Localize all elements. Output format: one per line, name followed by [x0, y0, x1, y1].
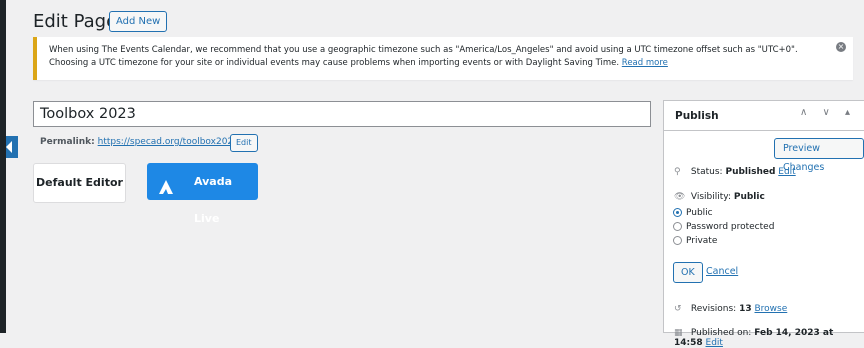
read-more-link[interactable]: Read more: [622, 58, 668, 68]
admin-sidebar: [0, 0, 6, 333]
avada-live-label: Avada Live: [194, 175, 233, 225]
visibility-cancel-link[interactable]: Cancel: [706, 266, 738, 277]
dismiss-icon[interactable]: ×: [836, 42, 846, 52]
page-title: Edit Page: [33, 11, 118, 32]
permalink: Permalink: https://specad.org/toolbox202…: [40, 137, 242, 147]
publish-box-title: Publish: [675, 110, 719, 122]
collapse-menu-toggle[interactable]: [6, 136, 18, 158]
visibility-password-radio[interactable]: Password protected: [673, 222, 774, 232]
notice-line-2: Choosing a UTC timezone for your site or…: [49, 58, 668, 68]
default-editor-button[interactable]: Default Editor: [33, 163, 126, 203]
publish-box: Publish ∧ ∨ ▴ Preview Changes ⚲ Status: …: [663, 100, 864, 348]
history-icon: ↺: [674, 304, 682, 314]
add-new-button[interactable]: Add New: [109, 11, 168, 32]
avada-logo-icon: [158, 173, 174, 210]
box-order-arrows-icon[interactable]: ∧ ∨ ▴: [800, 107, 856, 118]
page-title-input[interactable]: Toolbox 2023: [33, 101, 651, 127]
publish-box-header: Publish ∧ ∨ ▴: [664, 101, 864, 131]
published-edit-link[interactable]: Edit: [706, 338, 723, 348]
published-on-row: ▦ Published on: Feb 14, 2023 at 14:58 Ed…: [674, 328, 834, 348]
permalink-url-link[interactable]: https://specad.org/toolbox2023/: [98, 137, 242, 147]
permalink-edit-button[interactable]: Edit: [230, 134, 258, 152]
visibility-private-radio[interactable]: Private: [673, 236, 717, 246]
visibility-row: 👁 Visibility: Public: [674, 192, 765, 202]
eye-icon: 👁: [674, 192, 686, 202]
pin-icon: ⚲: [674, 167, 681, 177]
timezone-notice: When using The Events Calendar, we recom…: [33, 37, 853, 80]
preview-changes-button[interactable]: Preview Changes: [774, 138, 864, 173]
status-row: ⚲ Status: Published Edit: [674, 167, 796, 177]
visibility-public-radio[interactable]: Public: [673, 208, 713, 218]
calendar-icon: ▦: [674, 328, 683, 338]
visibility-ok-button[interactable]: OK: [673, 262, 703, 283]
avada-live-button[interactable]: Avada Live: [147, 163, 258, 225]
notice-line-1: When using The Events Calendar, we recom…: [49, 45, 798, 55]
status-edit-link[interactable]: Edit: [778, 167, 795, 177]
revisions-browse-link[interactable]: Browse: [755, 304, 788, 314]
revisions-row: ↺ Revisions: 13 Browse: [674, 304, 788, 314]
